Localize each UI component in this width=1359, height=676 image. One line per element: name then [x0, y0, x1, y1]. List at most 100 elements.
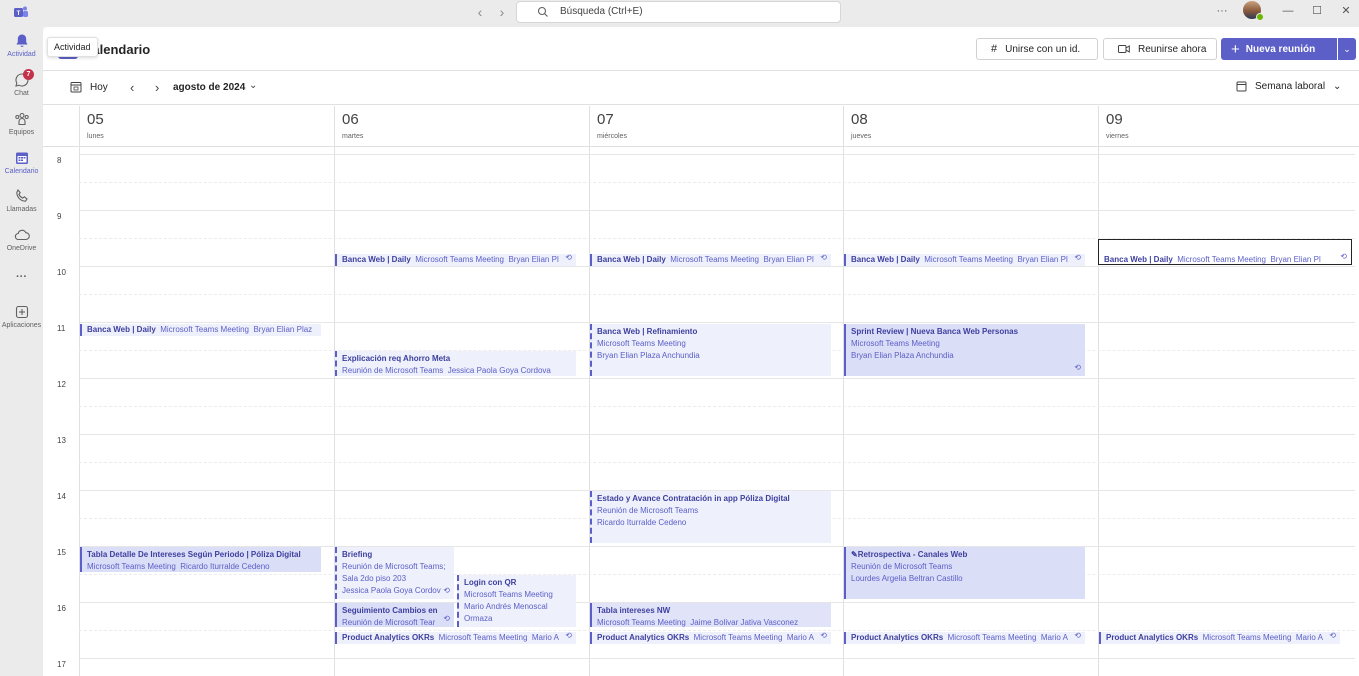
hour-line	[79, 378, 1355, 379]
event-sprint-review[interactable]: Sprint Review | Nueva Banca Web Personas…	[844, 324, 1085, 376]
event-title: Banca Web | Daily	[851, 255, 920, 264]
search-placeholder: Búsqueda (Ctrl+E)	[560, 6, 643, 17]
view-label: Semana laboral	[1255, 81, 1326, 92]
event-organizer: Ricardo Iturralde Cedeno	[180, 562, 270, 571]
event-title: Explicación req Ahorro Meta	[342, 354, 451, 363]
day-name: jueves	[851, 133, 872, 140]
chevron-down-icon[interactable]: ⌄	[249, 80, 257, 91]
event-daily-thursday[interactable]: Banca Web | Daily Microsoft Teams Meetin…	[844, 254, 1085, 266]
new-meeting-dropdown-button[interactable]: ⌄	[1338, 38, 1356, 60]
calendar-grid[interactable]: 8 9 10 11 12 13 14 15 16 17 Banca Web | …	[43, 147, 1359, 676]
cloud-icon	[14, 229, 30, 241]
close-icon[interactable]: ✕	[1339, 4, 1353, 18]
rail-label: Chat	[14, 90, 29, 97]
hour-label: 17	[57, 660, 66, 669]
recurring-icon: ⟲	[820, 632, 827, 640]
teams-logo-icon[interactable]: T	[13, 4, 29, 20]
view-switcher[interactable]: Semana laboral ⌄	[1236, 81, 1341, 92]
minimize-icon[interactable]: —	[1281, 4, 1295, 18]
event-title: Seguimiento Cambios en	[342, 606, 438, 615]
month-picker[interactable]: agosto de 2024	[173, 82, 245, 93]
rail-item-chat[interactable]: 7 Chat	[0, 69, 43, 108]
event-title: Tabla intereses NW	[597, 606, 671, 615]
teams-icon	[14, 112, 29, 126]
recurring-icon: ⟲	[1329, 632, 1336, 640]
event-organizer: Bryan Elian Pl	[1270, 255, 1321, 264]
day-header-wednesday[interactable]: 07 miércoles	[589, 106, 843, 147]
event-daily-friday[interactable]: Banca Web | Daily Microsoft Teams Meetin…	[1098, 239, 1352, 265]
day-header-monday[interactable]: 05 lunes	[79, 106, 334, 147]
event-login-qr[interactable]: Login con QR Microsoft Teams Meeting Mar…	[457, 575, 576, 627]
event-okrs-tuesday[interactable]: Product Analytics OKRs Microsoft Teams M…	[335, 632, 576, 644]
event-daily-monday[interactable]: Banca Web | Daily Microsoft Teams Meetin…	[80, 324, 321, 336]
hour-label: 9	[57, 212, 62, 221]
event-title: Product Analytics OKRs	[1106, 633, 1199, 642]
event-tabla-nw[interactable]: Tabla intereses NW Microsoft Teams Meeti…	[590, 603, 831, 627]
rail-item-calendario[interactable]: Calendario	[0, 150, 43, 186]
join-with-id-button[interactable]: # Unirse con un id.	[976, 38, 1098, 60]
avatar[interactable]	[1243, 1, 1264, 21]
today-label: Hoy	[90, 81, 108, 93]
recurring-icon: ⟲	[820, 254, 827, 262]
event-briefing[interactable]: Briefing Reunión de Microsoft Teams; Sal…	[335, 547, 454, 599]
back-arrow-icon[interactable]: ‹	[472, 4, 488, 20]
next-week-icon[interactable]: ›	[155, 80, 159, 95]
event-title: Login con QR	[464, 578, 517, 587]
meet-now-button[interactable]: Reunirse ahora	[1103, 38, 1217, 60]
day-number: 05	[87, 111, 104, 128]
day-number: 07	[597, 111, 614, 128]
event-daily-wednesday[interactable]: Banca Web | Daily Microsoft Teams Meetin…	[590, 254, 831, 266]
half-hour-line	[79, 462, 1355, 463]
day-name: miércoles	[597, 133, 627, 140]
day-number: 06	[342, 111, 359, 128]
maximize-icon[interactable]: ☐	[1310, 4, 1324, 18]
half-hour-line	[79, 294, 1355, 295]
event-tabla-detalle[interactable]: Tabla Detalle De Intereses Según Periodo…	[80, 547, 321, 572]
event-okrs-friday[interactable]: Product Analytics OKRs Microsoft Teams M…	[1099, 632, 1340, 644]
tooltip: Actividad	[47, 37, 98, 57]
event-refinamiento[interactable]: Banca Web | Refinamiento Microsoft Teams…	[590, 324, 831, 376]
day-name: lunes	[87, 133, 104, 140]
rail-item-equipos[interactable]: Equipos	[0, 111, 43, 147]
previous-week-icon[interactable]: ‹	[130, 80, 134, 95]
forward-arrow-icon[interactable]: ›	[494, 4, 510, 20]
day-header-tuesday[interactable]: 06 martes	[334, 106, 589, 147]
rail-item-aplicaciones[interactable]: Aplicaciones	[0, 304, 43, 340]
more-options-icon[interactable]: ···	[1215, 4, 1229, 18]
calendar-today-icon	[70, 82, 82, 93]
calendar-icon	[15, 152, 28, 164]
rail-label: Actividad	[7, 51, 36, 58]
event-ahorro-meta[interactable]: Explicación req Ahorro Meta Reunión de M…	[335, 351, 576, 376]
today-button[interactable]: Hoy	[70, 81, 108, 93]
event-seguimiento[interactable]: Seguimiento Cambios en Reunión de Micros…	[335, 603, 454, 627]
event-estado-avance[interactable]: Estado y Avance Contratación in app Póli…	[590, 491, 831, 543]
column-divider	[1098, 147, 1099, 676]
day-name: martes	[342, 133, 364, 140]
event-okrs-wednesday[interactable]: Product Analytics OKRs Microsoft Teams M…	[590, 632, 831, 644]
event-subtitle: Microsoft Teams Meeting	[1202, 633, 1292, 642]
bell-icon	[16, 34, 27, 48]
rail-item-actividad[interactable]: Actividad	[0, 33, 43, 69]
event-title: Sprint Review | Nueva Banca Web Personas	[851, 327, 1019, 336]
event-organizer: Ricardo Iturralde Cedeno	[597, 518, 687, 527]
event-daily-tuesday[interactable]: Banca Web | Daily Microsoft Teams Meetin…	[335, 254, 576, 266]
more-apps-icon[interactable]: ···	[0, 271, 43, 287]
rail-item-llamadas[interactable]: Llamadas	[0, 188, 43, 224]
event-okrs-thursday[interactable]: Product Analytics OKRs Microsoft Teams M…	[844, 632, 1085, 644]
join-with-id-label: Unirse con un id.	[1005, 43, 1081, 55]
rail-label: OneDrive	[6, 245, 37, 252]
event-organizer: Mario A	[786, 633, 814, 642]
rail-item-onedrive[interactable]: OneDrive	[0, 227, 43, 263]
event-retrospectiva[interactable]: ✎Retrospectiva - Canales Web Reunión de …	[844, 547, 1085, 599]
event-title: Product Analytics OKRs	[851, 633, 944, 642]
day-header-thursday[interactable]: 08 jueves	[843, 106, 1098, 147]
day-header-friday[interactable]: 09 viernes	[1098, 106, 1355, 147]
day-headers: 05 lunes 06 martes 07 miércoles 08 jueve…	[43, 106, 1359, 147]
search-input[interactable]: Búsqueda (Ctrl+E)	[516, 1, 841, 23]
new-meeting-button[interactable]: + Nueva reunión	[1221, 38, 1337, 60]
hour-label: 14	[57, 492, 66, 501]
half-hour-line	[79, 574, 1355, 575]
event-subtitle: Microsoft Teams Meeting	[693, 633, 783, 642]
event-organizer: Bryan Elian Plaz	[253, 325, 313, 334]
event-subtitle: Microsoft Teams Meeting	[87, 562, 176, 571]
